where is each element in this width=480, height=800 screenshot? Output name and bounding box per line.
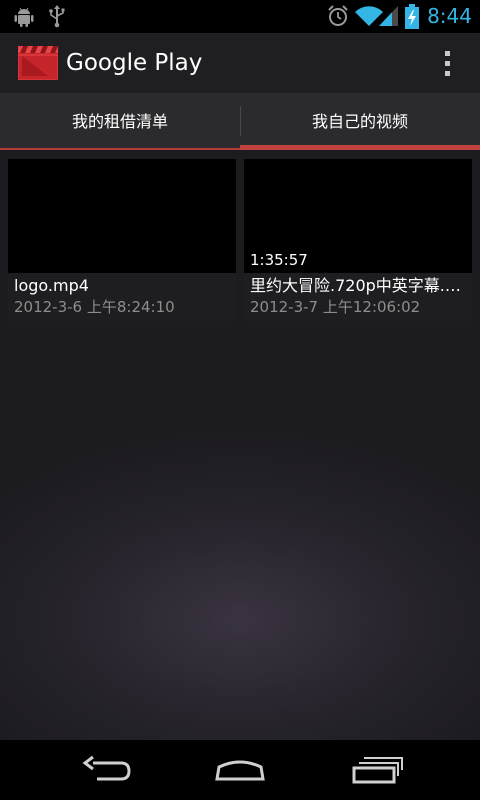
video-title: 里约大冒险.720p中英字幕.mkv xyxy=(250,276,466,295)
tab-label: 我自己的视频 xyxy=(311,112,408,131)
tab-label: 我的租借清单 xyxy=(71,112,168,131)
video-card[interactable]: 1:35:57 里约大冒险.720p中英字幕.mkv 2012-3-7 上午12… xyxy=(244,159,472,321)
tab-bar: 我的租借清单 我自己的视频 xyxy=(0,93,480,150)
back-icon[interactable] xyxy=(67,750,147,790)
video-thumbnail[interactable] xyxy=(8,159,236,273)
video-card[interactable]: logo.mp4 2012-3-6 上午8:24:10 xyxy=(8,159,236,321)
video-thumbnail[interactable]: 1:35:57 xyxy=(244,159,472,273)
tab-selected-indicator xyxy=(240,145,480,150)
overflow-menu-icon[interactable] xyxy=(440,48,454,80)
recents-icon[interactable] xyxy=(335,750,415,790)
home-icon[interactable] xyxy=(200,750,280,790)
app-title: Google Play xyxy=(66,50,203,76)
navigation-bar xyxy=(0,740,480,800)
usb-icon xyxy=(46,4,68,32)
signal-icon xyxy=(378,4,400,32)
video-title: logo.mp4 xyxy=(14,276,89,295)
status-bar: 8:44 xyxy=(0,0,480,33)
video-date: 2012-3-6 上午8:24:10 xyxy=(14,298,175,316)
movies-clapper-icon[interactable] xyxy=(17,46,59,84)
tab-my-videos[interactable]: 我自己的视频 xyxy=(240,93,480,150)
battery-charging-icon xyxy=(404,4,420,34)
tab-underline xyxy=(0,148,240,150)
video-duration: 1:35:57 xyxy=(250,251,308,269)
android-debug-icon xyxy=(12,4,36,32)
status-time: 8:44 xyxy=(427,4,472,28)
alarm-icon xyxy=(326,4,350,32)
video-date: 2012-3-7 上午12:06:02 xyxy=(250,298,421,316)
tab-my-rentals[interactable]: 我的租借清单 xyxy=(0,93,240,150)
screen: 8:44 Google Play 我的租借清单 我自己的视频 logo.mp4 … xyxy=(0,0,480,800)
action-bar: Google Play xyxy=(0,33,480,93)
